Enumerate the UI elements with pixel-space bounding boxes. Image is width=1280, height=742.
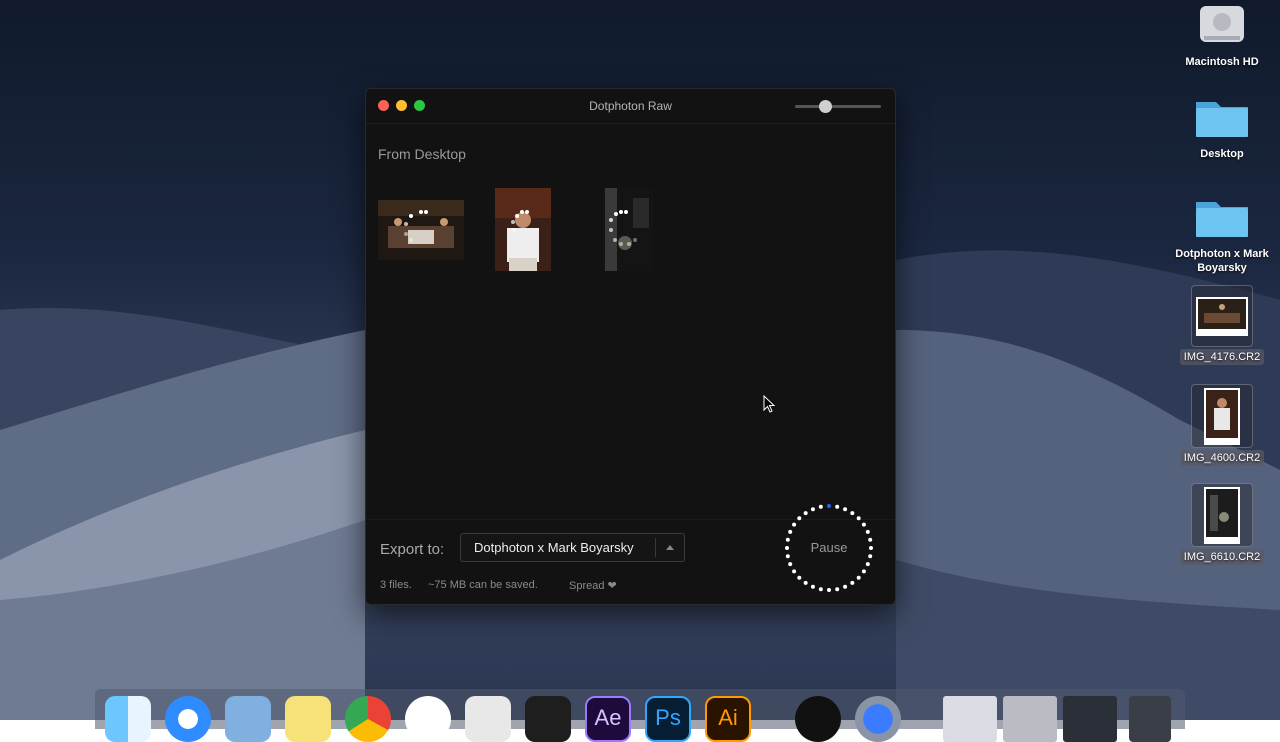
spread-link[interactable]: Spread ❤ xyxy=(569,579,617,592)
file-thumbnail xyxy=(1191,483,1253,547)
finder-icon[interactable] xyxy=(105,696,151,742)
app-icon[interactable] xyxy=(405,696,451,742)
pause-label: Pause xyxy=(810,540,848,555)
progress-dot xyxy=(803,580,808,585)
figma-icon[interactable] xyxy=(525,696,571,742)
trash-icon[interactable] xyxy=(1129,696,1171,742)
photoshop-icon[interactable]: Ps xyxy=(645,696,691,742)
photo-thumbnail[interactable] xyxy=(603,188,653,276)
progress-dot xyxy=(827,588,831,592)
desktop-icon-img-4176[interactable]: IMG_4176.CR2 xyxy=(1167,285,1277,365)
progress-dot xyxy=(792,522,797,527)
folder-icon xyxy=(1196,102,1248,137)
export-destination-select[interactable]: Dotphoton x Mark Boyarsky xyxy=(460,533,685,562)
export-destination-value: Dotphoton x Mark Boyarsky xyxy=(474,540,634,555)
dotphoton-icon[interactable] xyxy=(795,696,841,742)
desktop-icon-label: Desktop xyxy=(1200,148,1244,160)
progress-dot xyxy=(818,504,823,509)
photo-img-4600 xyxy=(495,188,551,271)
progress-dot xyxy=(861,522,866,527)
desktop-icon-label: Dotphoton x Mark Boyarsky xyxy=(1175,248,1269,274)
photo-img-4176 xyxy=(378,200,464,260)
desktop-icon-label: IMG_4176.CR2 xyxy=(1179,349,1265,365)
progress-dot xyxy=(810,507,815,512)
desktop-icon-label: IMG_4600.CR2 xyxy=(1179,450,1265,466)
chevron-up-icon[interactable] xyxy=(666,545,674,550)
photo-thumbnail[interactable] xyxy=(495,188,551,276)
pause-button[interactable]: Pause xyxy=(784,503,874,593)
window-thumb[interactable] xyxy=(1063,696,1117,742)
export-label: Export to: xyxy=(380,541,445,558)
progress-dot xyxy=(835,587,840,592)
app-window: Dotphoton Raw From Desktop Export to: Do… xyxy=(365,88,896,605)
chrome-icon[interactable] xyxy=(345,696,391,742)
illustrator-icon[interactable]: Ai xyxy=(705,696,751,742)
after-effects-icon[interactable]: Ae xyxy=(585,696,631,742)
files-count: 3 files. xyxy=(380,579,412,591)
desktop-icon-img-6610[interactable]: IMG_6610.CR2 xyxy=(1167,483,1277,565)
desktop-icon-label: Macintosh HD xyxy=(1185,56,1259,68)
desktop-icon-label: IMG_6610.CR2 xyxy=(1179,549,1265,565)
desktop-icon-macintosh-hd[interactable]: Macintosh HD xyxy=(1167,0,1277,69)
progress-dot xyxy=(797,516,802,521)
progress-dot xyxy=(792,569,797,574)
window-thumb[interactable] xyxy=(1003,696,1057,742)
progress-dot xyxy=(861,569,866,574)
progress-dot xyxy=(850,511,855,516)
select-divider xyxy=(655,538,656,557)
progress-dot xyxy=(818,587,823,592)
notes-icon[interactable] xyxy=(285,696,331,742)
preview-icon[interactable] xyxy=(225,696,271,742)
photo-thumbnail-icon xyxy=(1206,488,1238,537)
progress-dot xyxy=(788,529,793,534)
progress-dot xyxy=(843,507,848,512)
progress-dot xyxy=(827,504,831,508)
desktop-icon-desktop-folder[interactable]: Desktop xyxy=(1167,94,1277,161)
hard-drive-icon xyxy=(1200,6,1244,42)
progress-dot xyxy=(850,580,855,585)
file-thumbnail xyxy=(1191,384,1253,448)
slider-knob[interactable] xyxy=(819,100,832,113)
window-thumb[interactable] xyxy=(943,696,997,742)
photo-thumbnail-icon xyxy=(1198,298,1246,329)
progress-dot xyxy=(843,584,848,589)
progress-dot xyxy=(856,575,861,580)
sketch-icon[interactable] xyxy=(465,696,511,742)
file-thumbnail xyxy=(1191,285,1253,347)
desktop-icon-img-4600[interactable]: IMG_4600.CR2 xyxy=(1167,384,1277,466)
progress-dot xyxy=(810,584,815,589)
savings-text: ~75 MB can be saved. xyxy=(428,579,538,591)
folder-icon xyxy=(1196,202,1248,237)
safari-icon[interactable] xyxy=(165,696,211,742)
section-title: From Desktop xyxy=(378,146,466,162)
app-blue-icon[interactable] xyxy=(855,696,901,742)
thumbnail-size-slider[interactable] xyxy=(795,100,881,113)
title-bar[interactable]: Dotphoton Raw xyxy=(366,89,895,124)
progress-dot xyxy=(865,562,870,567)
mouse-cursor-icon xyxy=(763,395,776,413)
progress-dot xyxy=(856,516,861,521)
dock: Ae Ps Ai xyxy=(95,689,1185,742)
progress-dot xyxy=(865,529,870,534)
photo-img-6610 xyxy=(603,188,653,271)
progress-dot xyxy=(835,504,840,509)
progress-dot xyxy=(788,562,793,567)
progress-dot xyxy=(803,511,808,516)
photo-thumbnail-icon xyxy=(1206,389,1238,438)
photo-thumbnail[interactable] xyxy=(378,200,464,265)
progress-dot xyxy=(797,575,802,580)
desktop-icon-dotphoton-folder[interactable]: Dotphoton x Mark Boyarsky xyxy=(1167,194,1277,275)
